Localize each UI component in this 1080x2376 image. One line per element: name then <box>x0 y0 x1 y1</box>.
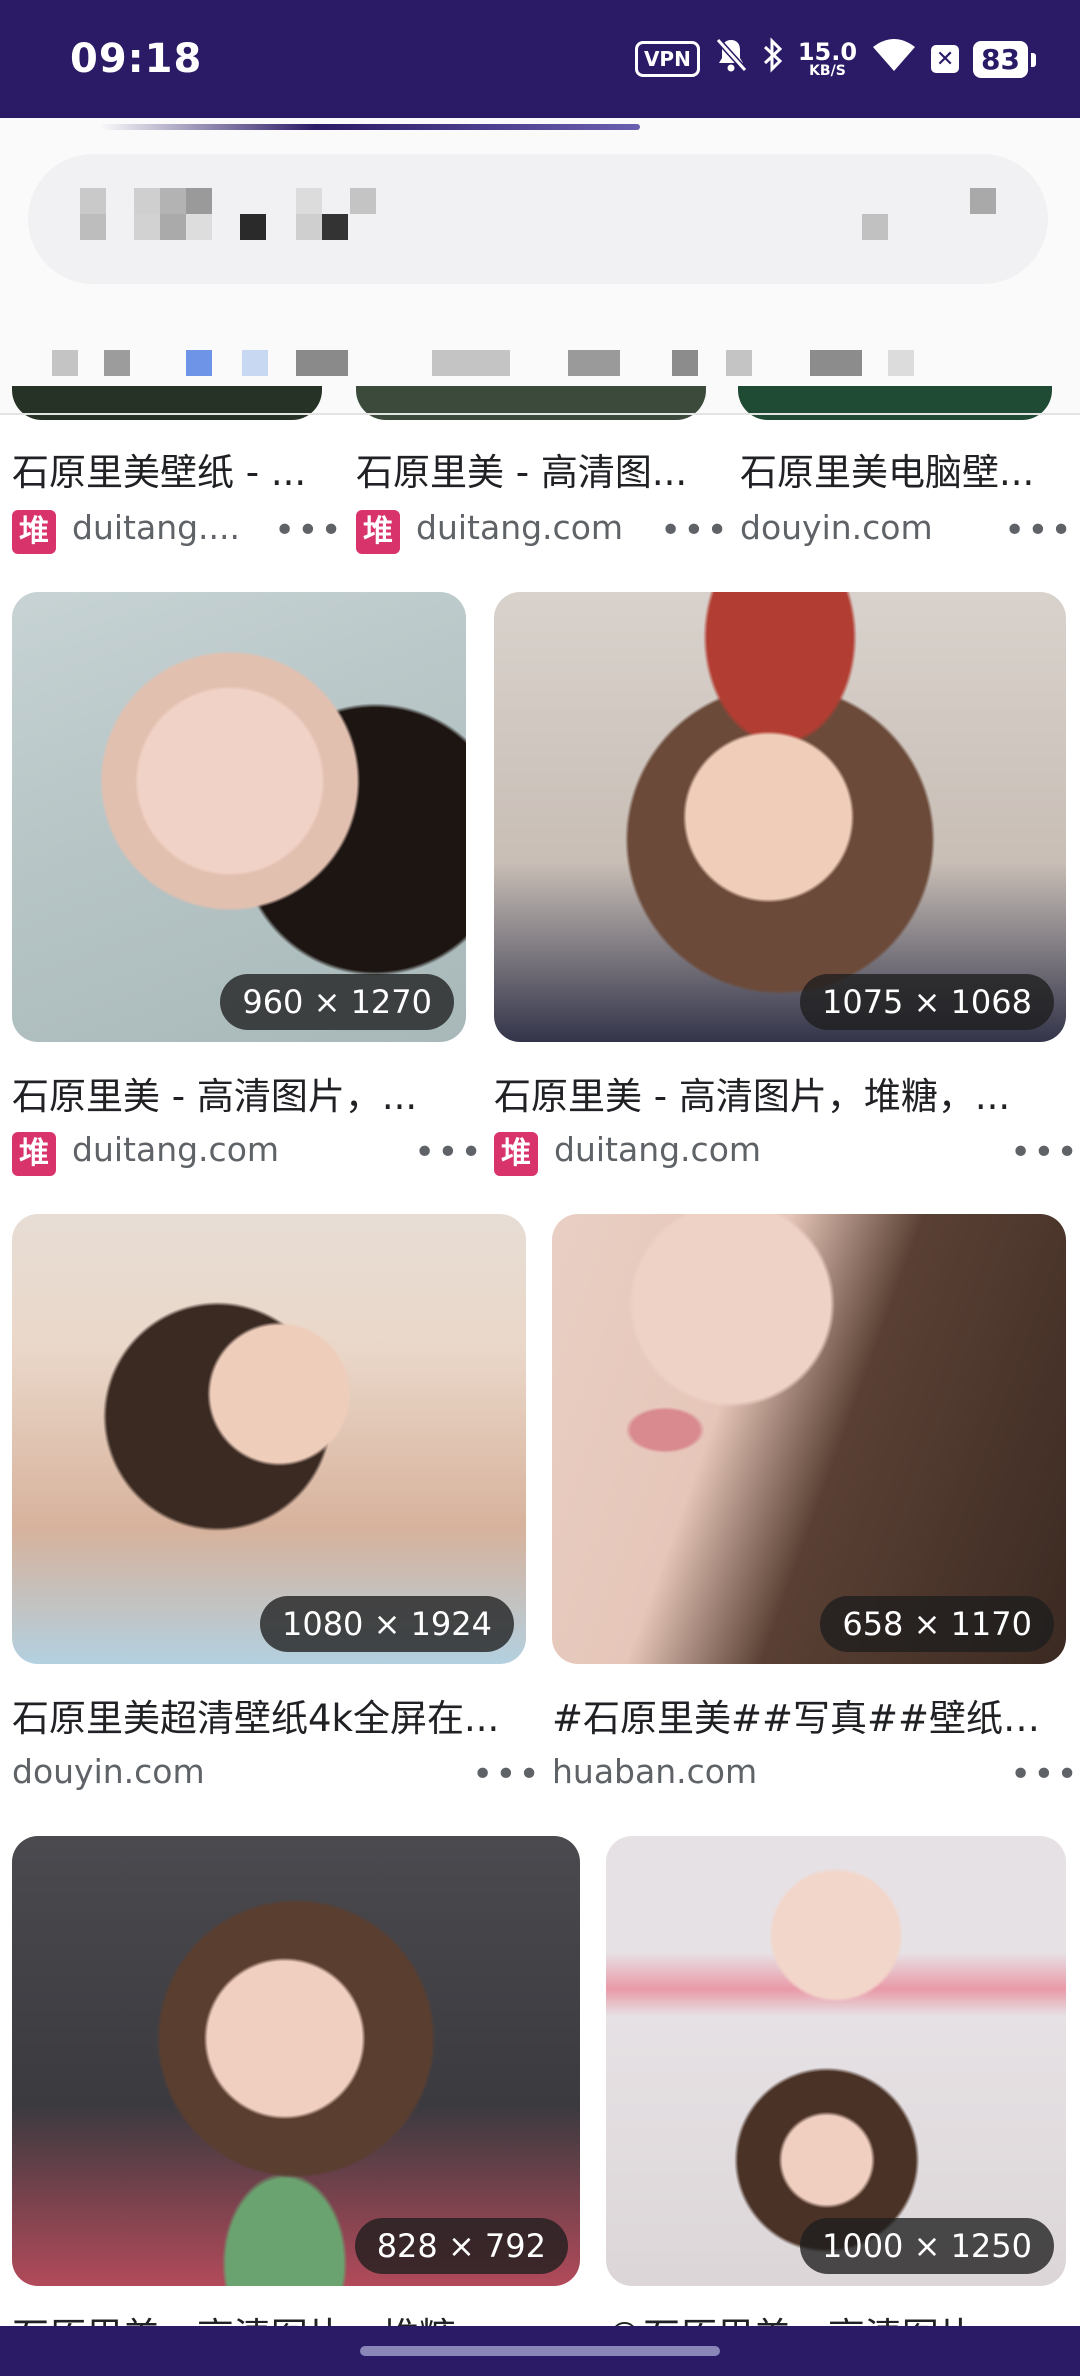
result-title[interactable]: 石原里美壁纸 - ... <box>12 442 322 496</box>
tab-7[interactable] <box>672 350 698 376</box>
tab-8[interactable] <box>726 350 752 376</box>
wifi-icon <box>871 37 917 82</box>
result-source[interactable]: duitang.com <box>72 1130 372 1169</box>
more-options-icon[interactable]: ••• <box>274 513 344 549</box>
home-gesture-handle[interactable] <box>360 2346 720 2356</box>
result-thumbnail[interactable]: 1080 × 1924 <box>12 1214 526 1664</box>
more-options-icon[interactable]: ••• <box>1010 1135 1080 1171</box>
close-box-icon: ✕ <box>931 45 960 73</box>
image-dimensions-badge: 1000 × 1250 <box>799 2218 1054 2274</box>
result-source[interactable]: duitang.com <box>416 508 636 547</box>
bell-off-icon <box>714 36 748 83</box>
tab-1[interactable] <box>52 350 78 376</box>
image-dimensions-badge: 828 × 792 <box>354 2218 568 2274</box>
status-bar: 09:18 VPN 15.0 KB/S ✕ 83 <box>0 0 1080 118</box>
result-thumbnail[interactable]: 960 × 1270 <box>12 592 466 1042</box>
result-title[interactable]: 石原里美 - 高清图片，堆糖，... <box>494 1066 1066 1120</box>
status-time: 09:18 <box>70 36 203 82</box>
search-header <box>0 118 1080 414</box>
net-speed: 15.0 KB/S <box>797 38 858 79</box>
image-dimensions-badge: 658 × 1170 <box>820 1596 1054 1652</box>
duitang-favicon: 堆 <box>12 1132 56 1176</box>
image-dimensions-badge: 1075 × 1068 <box>799 974 1054 1030</box>
system-navigation-bar <box>0 2326 1080 2376</box>
duitang-favicon: 堆 <box>356 510 400 554</box>
tab-4[interactable] <box>296 350 348 376</box>
more-options-icon[interactable]: ••• <box>1010 1757 1080 1793</box>
result-thumbnail[interactable]: 1000 × 1250 <box>606 1836 1066 2286</box>
image-dimensions-badge: 960 × 1270 <box>220 974 454 1030</box>
tab-images[interactable] <box>186 350 212 376</box>
result-thumbnail[interactable]: 828 × 792 <box>12 1836 580 2286</box>
result-thumbnail[interactable]: 658 × 1170 <box>552 1214 1066 1664</box>
result-title[interactable]: 石原里美 - 高清图... <box>356 442 706 496</box>
duitang-favicon: 堆 <box>494 1132 538 1176</box>
bluetooth-icon <box>762 36 784 83</box>
more-options-icon[interactable]: ••• <box>660 513 730 549</box>
tab-3[interactable] <box>242 350 268 376</box>
tab-10[interactable] <box>888 350 914 376</box>
loading-progress-bar <box>100 124 640 130</box>
result-title[interactable]: 石原里美 - 高清图片，... <box>12 1066 466 1120</box>
tab-6[interactable] <box>568 350 620 376</box>
result-source[interactable]: duitang.... <box>72 508 242 547</box>
tab-2[interactable] <box>104 350 130 376</box>
result-title[interactable]: #石原里美##写真##壁纸#... <box>552 1688 1066 1742</box>
result-title[interactable]: 石原里美超清壁纸4k全屏在... <box>12 1688 526 1742</box>
result-source[interactable]: douyin.com <box>12 1752 312 1791</box>
image-dimensions-badge: 1080 × 1924 <box>259 1596 514 1652</box>
result-source[interactable]: douyin.com <box>740 508 960 547</box>
result-source[interactable]: duitang.com <box>554 1130 854 1169</box>
battery-icon: 83 <box>973 40 1036 78</box>
tab-9[interactable] <box>810 350 862 376</box>
result-title[interactable]: 石原里美电脑壁... <box>740 442 1060 496</box>
more-options-icon[interactable]: ••• <box>414 1135 484 1171</box>
status-icons: VPN 15.0 KB/S ✕ 83 <box>634 34 1036 84</box>
vpn-icon: VPN <box>634 41 700 77</box>
more-options-icon[interactable]: ••• <box>472 1757 542 1793</box>
duitang-favicon: 堆 <box>12 510 56 554</box>
result-source[interactable]: huaban.com <box>552 1752 852 1791</box>
header-divider <box>0 413 1080 415</box>
result-thumbnail[interactable]: 1075 × 1068 <box>494 592 1066 1042</box>
more-options-icon[interactable]: ••• <box>1004 513 1074 549</box>
tab-5[interactable] <box>432 350 510 376</box>
filter-tabs <box>52 350 1052 386</box>
